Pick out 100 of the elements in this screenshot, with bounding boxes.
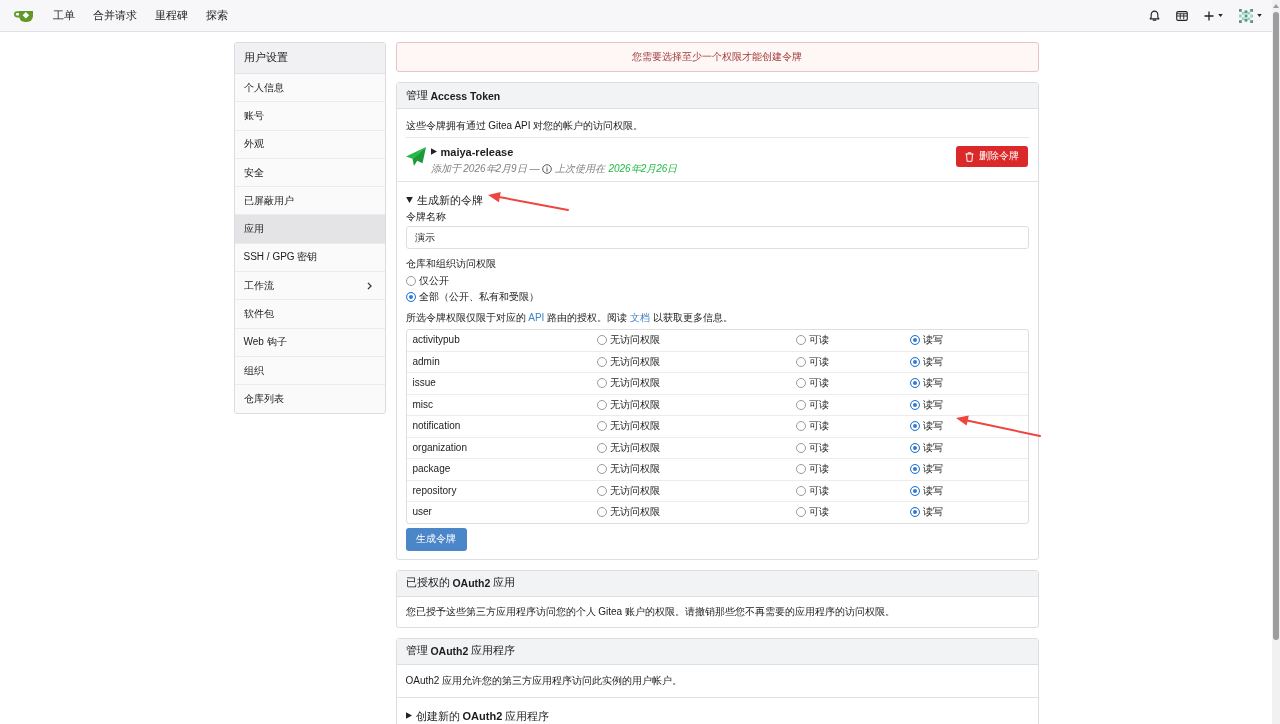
radio-option[interactable]: 读写	[909, 333, 943, 348]
radio-option[interactable]: 无访问权限	[596, 397, 660, 412]
sidebar-item[interactable]: Web 钩子	[234, 328, 385, 357]
radio-icon[interactable]	[909, 399, 920, 410]
radio-icon[interactable]	[795, 378, 806, 389]
bell-icon[interactable]	[1149, 9, 1160, 22]
radio-option[interactable]: 无访问权限	[596, 505, 660, 520]
radio-icon[interactable]	[795, 421, 806, 432]
sidebar-item[interactable]: SSH / GPG 密钥	[234, 243, 385, 273]
radio-option[interactable]: 无访问权限	[596, 483, 660, 498]
error-message: 您需要选择至少一个权限才能创建令牌	[395, 42, 1039, 72]
radio-icon[interactable]	[795, 356, 806, 367]
scrollbar-thumb[interactable]	[1273, 12, 1279, 640]
token-name-field[interactable]: 演示	[405, 226, 1029, 249]
nav-link[interactable]: 工单	[44, 4, 84, 27]
radio-option[interactable]: 无访问权限	[596, 376, 660, 391]
permission-name: organization	[412, 440, 467, 455]
radio-option[interactable]: 可读	[795, 462, 829, 477]
sidebar-item[interactable]: 组织	[234, 356, 385, 386]
sidebar-item[interactable]: 账号	[234, 102, 385, 131]
radio-icon[interactable]	[909, 335, 920, 346]
radio-option[interactable]: 无访问权限	[596, 462, 660, 477]
radio-option[interactable]: 可读	[795, 354, 829, 369]
sidebar-item[interactable]: 软件包	[234, 300, 385, 329]
avatar-menu-button[interactable]	[1239, 8, 1262, 23]
trash-icon	[964, 151, 974, 162]
radio-icon[interactable]	[795, 485, 806, 496]
scrollbar[interactable]	[1272, 0, 1280, 724]
radio-icon[interactable]	[909, 421, 920, 432]
radio-option[interactable]: 可读	[795, 376, 829, 391]
radio-icon[interactable]	[795, 507, 806, 518]
radio-option[interactable]: 可读	[795, 333, 829, 348]
sidebar-title: 用户设置	[234, 43, 385, 74]
new-token-summary[interactable]: 生成新的令牌	[405, 192, 483, 208]
radio-icon[interactable]	[596, 485, 607, 496]
radio-icon[interactable]	[909, 485, 920, 496]
radio-icon[interactable]	[596, 464, 607, 475]
radio-icon[interactable]	[596, 356, 607, 367]
nav-link[interactable]: 里程碑	[146, 4, 197, 27]
panel-header: 已授权的 OAuth2 应用	[396, 570, 1038, 597]
radio-option[interactable]: 读写	[909, 397, 943, 412]
radio-option[interactable]: 可读	[795, 505, 829, 520]
radio-icon[interactable]	[596, 421, 607, 432]
radio-option[interactable]: 仅公开	[405, 274, 449, 288]
permission-name: package	[412, 462, 451, 477]
sidebar-item[interactable]: 应用	[234, 215, 385, 244]
radio-option[interactable]: 可读	[795, 397, 829, 412]
nav-link[interactable]: 合并请求	[84, 4, 146, 27]
radio-icon[interactable]	[795, 464, 806, 475]
scope-note: 所选令牌权限仅限于对应的 API 路由的授权。阅读 文档 以获取更多信息。	[405, 311, 734, 325]
radio-icon[interactable]	[596, 399, 607, 410]
nav-link[interactable]: 探索	[197, 4, 237, 27]
radio-option[interactable]: 读写	[909, 419, 943, 434]
table-icon[interactable]	[1176, 10, 1188, 21]
radio-option[interactable]: 读写	[909, 505, 943, 520]
radio-icon[interactable]	[909, 442, 920, 453]
inline-link[interactable]: API	[528, 312, 545, 323]
radio-icon[interactable]	[596, 335, 607, 346]
radio-option[interactable]: 可读	[795, 483, 829, 498]
radio-icon[interactable]	[405, 292, 416, 302]
permission-name: admin	[412, 354, 440, 369]
radio-icon[interactable]	[909, 356, 920, 367]
radio-icon[interactable]	[909, 507, 920, 518]
radio-option[interactable]: 无访问权限	[596, 354, 660, 369]
info-icon	[542, 163, 553, 174]
permission-name: notification	[412, 419, 461, 434]
radio-option[interactable]: 无访问权限	[596, 333, 660, 348]
inline-link[interactable]: 文档	[629, 312, 650, 323]
radio-icon[interactable]	[909, 464, 920, 475]
token-summary[interactable]: maiya-release	[430, 143, 514, 160]
radio-option[interactable]: 读写	[909, 462, 943, 477]
caret-down-icon	[1218, 14, 1223, 17]
radio-icon[interactable]	[596, 378, 607, 389]
radio-option[interactable]: 无访问权限	[596, 440, 660, 455]
sidebar-item[interactable]: 仓库列表	[234, 385, 385, 413]
radio-icon[interactable]	[795, 335, 806, 346]
create-app-summary[interactable]: 创建新的 OAuth2 应用程序	[405, 707, 1029, 724]
create-menu-button[interactable]	[1204, 10, 1223, 21]
radio-icon[interactable]	[795, 442, 806, 453]
sidebar-item[interactable]: 个人信息	[234, 74, 385, 103]
panel-description: OAuth2 应用允许您的第三方应用程序访问此实例的用户帐户。	[396, 664, 1038, 698]
radio-option[interactable]: 全部（公开、私有和受限）	[405, 290, 539, 304]
radio-option[interactable]: 读写	[909, 376, 943, 391]
radio-icon[interactable]	[596, 507, 607, 518]
radio-icon[interactable]	[405, 276, 416, 286]
radio-option[interactable]: 读写	[909, 354, 943, 369]
sidebar-item[interactable]: 安全	[234, 158, 385, 188]
delete-token-button[interactable]: 删除令牌	[955, 146, 1028, 167]
sidebar-item[interactable]: 外观	[234, 130, 385, 159]
radio-option[interactable]: 可读	[795, 440, 829, 455]
radio-option[interactable]: 可读	[795, 419, 829, 434]
radio-option[interactable]: 读写	[909, 483, 943, 498]
radio-option[interactable]: 读写	[909, 440, 943, 455]
radio-icon[interactable]	[596, 442, 607, 453]
triangle-up-icon[interactable]	[1273, 4, 1279, 8]
radio-icon[interactable]	[909, 378, 920, 389]
radio-icon[interactable]	[795, 399, 806, 410]
sidebar-item[interactable]: 工作流	[234, 272, 385, 301]
radio-option[interactable]: 无访问权限	[596, 419, 660, 434]
generate-token-button[interactable]: 生成令牌	[405, 527, 467, 551]
